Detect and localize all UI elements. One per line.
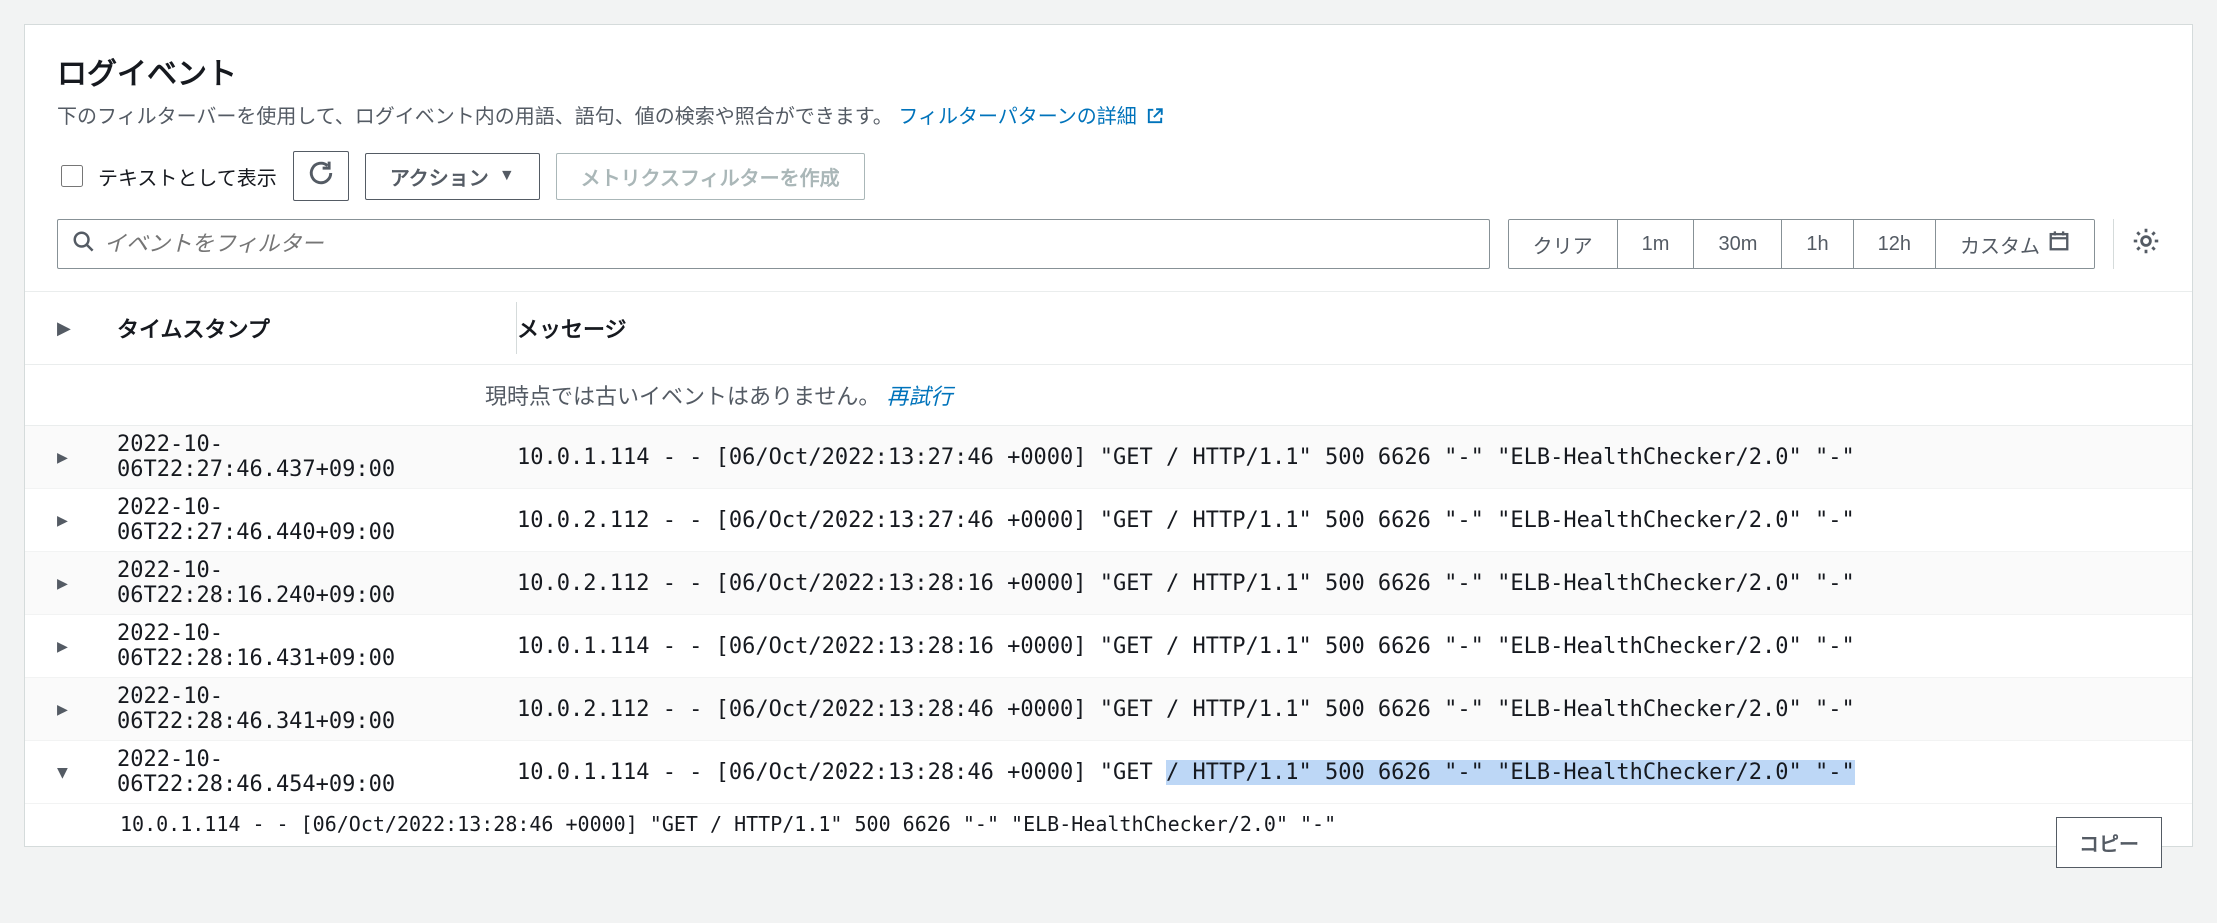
expand-row-toggle[interactable]: ▶ [57, 699, 117, 720]
filter-pattern-docs-link[interactable]: フィルターパターンの詳細 [898, 106, 1164, 128]
chevron-down-icon: ▼ [499, 167, 515, 185]
show-as-text-option[interactable]: テキストとして表示 [57, 162, 277, 191]
log-events-panel: ログイベント 下のフィルターバーを使用して、ログイベント内の用語、語句、値の検索… [24, 24, 2193, 847]
cell-timestamp: 2022-10-06T22:28:16.431+09:00 [117, 621, 497, 671]
table-row[interactable]: ▶2022-10-06T22:27:46.437+09:0010.0.1.114… [25, 426, 2192, 489]
no-older-events-row: . . 現時点では古いイベントはありません。 再試行 [25, 365, 2192, 426]
time-range-1m[interactable]: 1m [1617, 220, 1694, 268]
table-row[interactable]: ▼2022-10-06T22:28:46.454+09:0010.0.1.114… [25, 741, 2192, 804]
expand-row-toggle[interactable]: ▶ [57, 510, 117, 531]
create-metric-filter-button[interactable]: メトリクスフィルターを作成 [556, 153, 865, 200]
expand-all-toggle[interactable]: ▶ [57, 318, 117, 339]
clear-time-button[interactable]: クリア [1509, 220, 1617, 268]
table-row[interactable]: ▶2022-10-06T22:28:46.341+09:0010.0.2.112… [25, 678, 2192, 741]
filter-input[interactable] [94, 220, 1475, 268]
cell-timestamp: 2022-10-06T22:28:46.341+09:00 [117, 684, 497, 734]
time-range-custom[interactable]: カスタム [1935, 220, 2094, 268]
refresh-icon [308, 160, 334, 192]
time-range-group: クリア 1m 30m 1h 12h カスタム [1508, 219, 2095, 269]
expand-row-toggle[interactable]: ▶ [57, 573, 117, 594]
cell-timestamp: 2022-10-06T22:28:46.454+09:00 [117, 747, 497, 797]
actions-button[interactable]: アクション ▼ [365, 153, 540, 200]
cell-timestamp: 2022-10-06T22:27:46.440+09:00 [117, 495, 497, 545]
cell-message: 10.0.2.112 - - [06/Oct/2022:13:28:16 +00… [497, 571, 2160, 596]
log-events-table: ▶ タイムスタンプ メッセージ . . 現時点では古いイベントはありません。 再… [25, 292, 2192, 846]
cell-message: 10.0.1.114 - - [06/Oct/2022:13:28:46 +00… [497, 760, 2160, 785]
cell-message: 10.0.1.114 - - [06/Oct/2022:13:28:16 +00… [497, 634, 2160, 659]
column-timestamp[interactable]: タイムスタンプ [117, 312, 497, 344]
highlighted-text: / HTTP/1.1" 500 6626 "-" "ELB-HealthChec… [1166, 760, 1855, 785]
page-subtitle: 下のフィルターバーを使用して、ログイベント内の用語、語句、値の検索や照合ができま… [57, 103, 2160, 133]
calendar-icon [2048, 230, 2070, 258]
external-link-icon [1146, 105, 1164, 133]
time-range-12h[interactable]: 12h [1853, 220, 1935, 268]
expand-row-toggle[interactable]: ▶ [57, 636, 117, 657]
column-message[interactable]: メッセージ [497, 312, 2160, 344]
refresh-button[interactable] [293, 151, 349, 201]
time-range-1h[interactable]: 1h [1781, 220, 1852, 268]
table-header: ▶ タイムスタンプ メッセージ [25, 292, 2192, 365]
retry-link[interactable]: 再試行 [886, 384, 952, 409]
cell-message: 10.0.1.114 - - [06/Oct/2022:13:27:46 +00… [497, 445, 2160, 470]
cell-message: 10.0.2.112 - - [06/Oct/2022:13:27:46 +00… [497, 508, 2160, 533]
cell-message: 10.0.2.112 - - [06/Oct/2022:13:28:46 +00… [497, 697, 2160, 722]
cell-timestamp: 2022-10-06T22:28:16.240+09:00 [117, 558, 497, 608]
table-row[interactable]: ▶2022-10-06T22:28:16.240+09:0010.0.2.112… [25, 552, 2192, 615]
cell-timestamp: 2022-10-06T22:27:46.437+09:00 [117, 432, 497, 482]
time-range-30m[interactable]: 30m [1693, 220, 1781, 268]
table-row[interactable]: ▶2022-10-06T22:28:16.431+09:0010.0.1.114… [25, 615, 2192, 678]
copy-button[interactable]: コピー [2056, 817, 2162, 868]
filter-input-wrap[interactable] [57, 219, 1490, 269]
table-row[interactable]: ▶2022-10-06T22:27:46.440+09:0010.0.2.112… [25, 489, 2192, 552]
expand-row-toggle[interactable]: ▼ [57, 762, 117, 783]
page-title: ログイベント [57, 49, 2160, 93]
search-icon [72, 230, 94, 258]
settings-icon[interactable] [2132, 227, 2160, 261]
expanded-detail: 10.0.1.114 - - [06/Oct/2022:13:28:46 +00… [25, 804, 2192, 846]
expand-row-toggle[interactable]: ▶ [57, 447, 117, 468]
show-as-text-checkbox[interactable] [61, 165, 83, 187]
